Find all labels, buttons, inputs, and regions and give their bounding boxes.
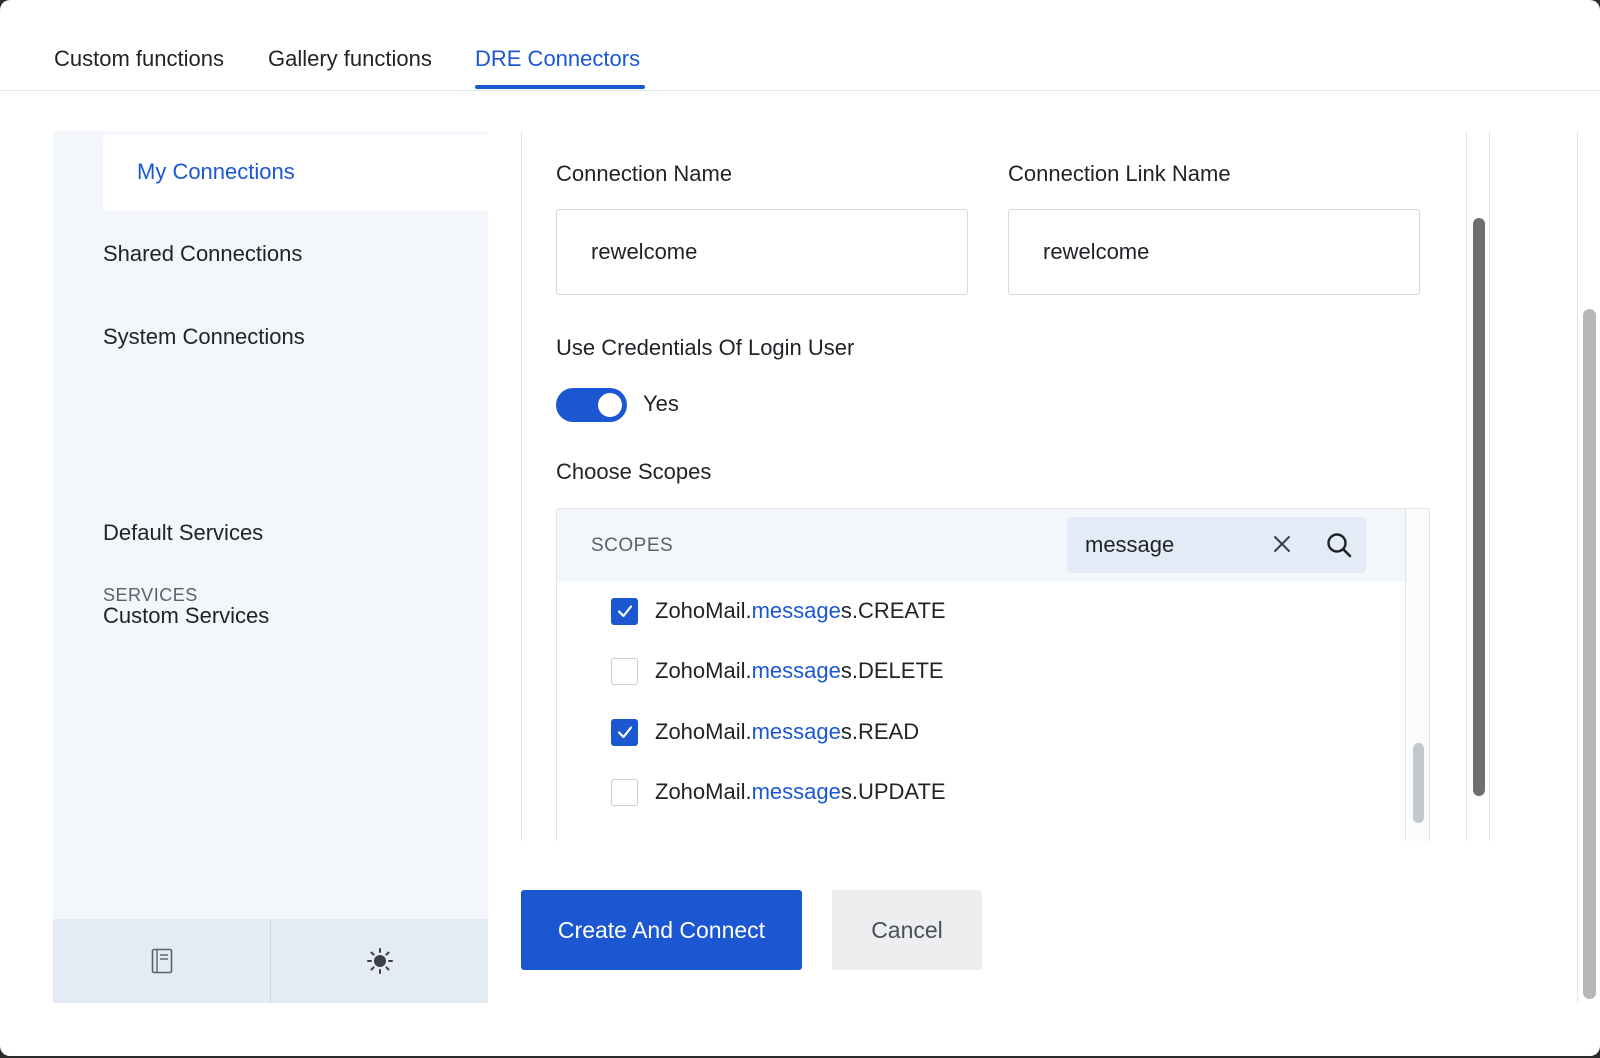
sidebar-item-shared-connections[interactable]: Shared Connections xyxy=(103,241,302,267)
scope-search-input[interactable] xyxy=(1085,529,1255,561)
checkmark-icon xyxy=(617,605,632,618)
tab-gallery-functions[interactable]: Gallery functions xyxy=(268,46,432,72)
connections-window: Custom functions Gallery functions DRE C… xyxy=(0,0,1600,1056)
notebook-button[interactable] xyxy=(53,919,271,1003)
scope-suffix: s.UPDATE xyxy=(840,779,946,804)
scope-match: message xyxy=(751,598,841,623)
scopes-title: SCOPES xyxy=(591,535,674,556)
scope-match: message xyxy=(751,779,841,804)
theme-button[interactable] xyxy=(271,919,488,1003)
scope-suffix: s.READ xyxy=(840,719,920,744)
sidebar-item-my-connections[interactable]: My Connections xyxy=(137,159,295,185)
tab-bar: Custom functions Gallery functions DRE C… xyxy=(0,0,1600,91)
create-and-connect-button[interactable]: Create And Connect xyxy=(521,890,802,970)
scope-checkbox-checked[interactable] xyxy=(611,718,638,746)
connection-name-label: Connection Name xyxy=(556,161,733,186)
sun-icon xyxy=(366,948,393,974)
scope-prefix: ZohoMail. xyxy=(655,779,752,804)
tab-custom-functions[interactable]: Custom functions xyxy=(54,46,224,72)
scope-search xyxy=(1067,517,1366,573)
scope-item[interactable]: ZohoMail. message s.UPDATE xyxy=(611,777,946,807)
scopes-scrollbar-thumb[interactable] xyxy=(1413,743,1424,823)
page-scrollbar[interactable] xyxy=(1577,131,1600,1003)
search-icon[interactable] xyxy=(1325,531,1353,559)
scopes-scrollbar[interactable] xyxy=(1405,509,1429,841)
notebook-icon xyxy=(151,948,172,974)
scopes-panel: SCOPES ZohoMail.message xyxy=(556,508,1430,841)
scope-prefix: ZohoMail. xyxy=(655,719,752,744)
connection-name-input[interactable] xyxy=(556,209,968,295)
scope-match: message xyxy=(751,658,841,683)
scope-item[interactable]: ZohoMail. message s.DELETE xyxy=(611,656,944,686)
scope-match: message xyxy=(751,719,841,744)
sidebar-item-default-services[interactable]: Default Services xyxy=(103,520,263,546)
form-scrollbar-thumb[interactable] xyxy=(1473,218,1485,796)
cancel-button[interactable]: Cancel xyxy=(832,890,982,970)
scope-item[interactable]: ZohoMail. message s.CREATE xyxy=(611,596,946,626)
connection-link-name-input[interactable] xyxy=(1008,209,1420,295)
credentials-toggle[interactable] xyxy=(556,388,627,422)
scope-item[interactable]: ZohoMail. message s.READ xyxy=(611,717,919,747)
scopes-header: SCOPES xyxy=(557,509,1405,582)
scope-checkbox-checked[interactable] xyxy=(611,597,638,625)
scope-checkbox-unchecked[interactable] xyxy=(611,778,638,806)
scope-suffix: s.CREATE xyxy=(840,598,946,623)
page-scrollbar-thumb[interactable] xyxy=(1583,309,1596,999)
clear-search-icon[interactable] xyxy=(1272,534,1292,554)
credentials-label: Use Credentials Of Login User xyxy=(556,335,855,360)
sidebar: My Connections Shared Connections System… xyxy=(53,131,488,1003)
connection-form: Connection Name Connection Link Name Use… xyxy=(521,131,1466,841)
checkmark-icon xyxy=(617,726,632,739)
sidebar-footer xyxy=(53,919,488,1003)
credentials-toggle-label: Yes xyxy=(643,391,679,416)
toggle-knob xyxy=(598,393,622,417)
sidebar-item-system-connections[interactable]: System Connections xyxy=(103,324,305,350)
scope-prefix: ZohoMail. xyxy=(655,598,752,623)
form-scrollbar[interactable] xyxy=(1466,131,1490,841)
tab-dre-connectors[interactable]: DRE Connectors xyxy=(475,46,640,72)
connection-link-name-label: Connection Link Name xyxy=(1008,161,1231,186)
sidebar-item-custom-services[interactable]: Custom Services xyxy=(103,603,269,629)
choose-scopes-label: Choose Scopes xyxy=(556,459,712,484)
scope-suffix: s.DELETE xyxy=(840,658,944,683)
scope-checkbox-unchecked[interactable] xyxy=(611,657,638,685)
scope-prefix: ZohoMail. xyxy=(655,658,752,683)
active-tab-indicator xyxy=(475,85,645,89)
